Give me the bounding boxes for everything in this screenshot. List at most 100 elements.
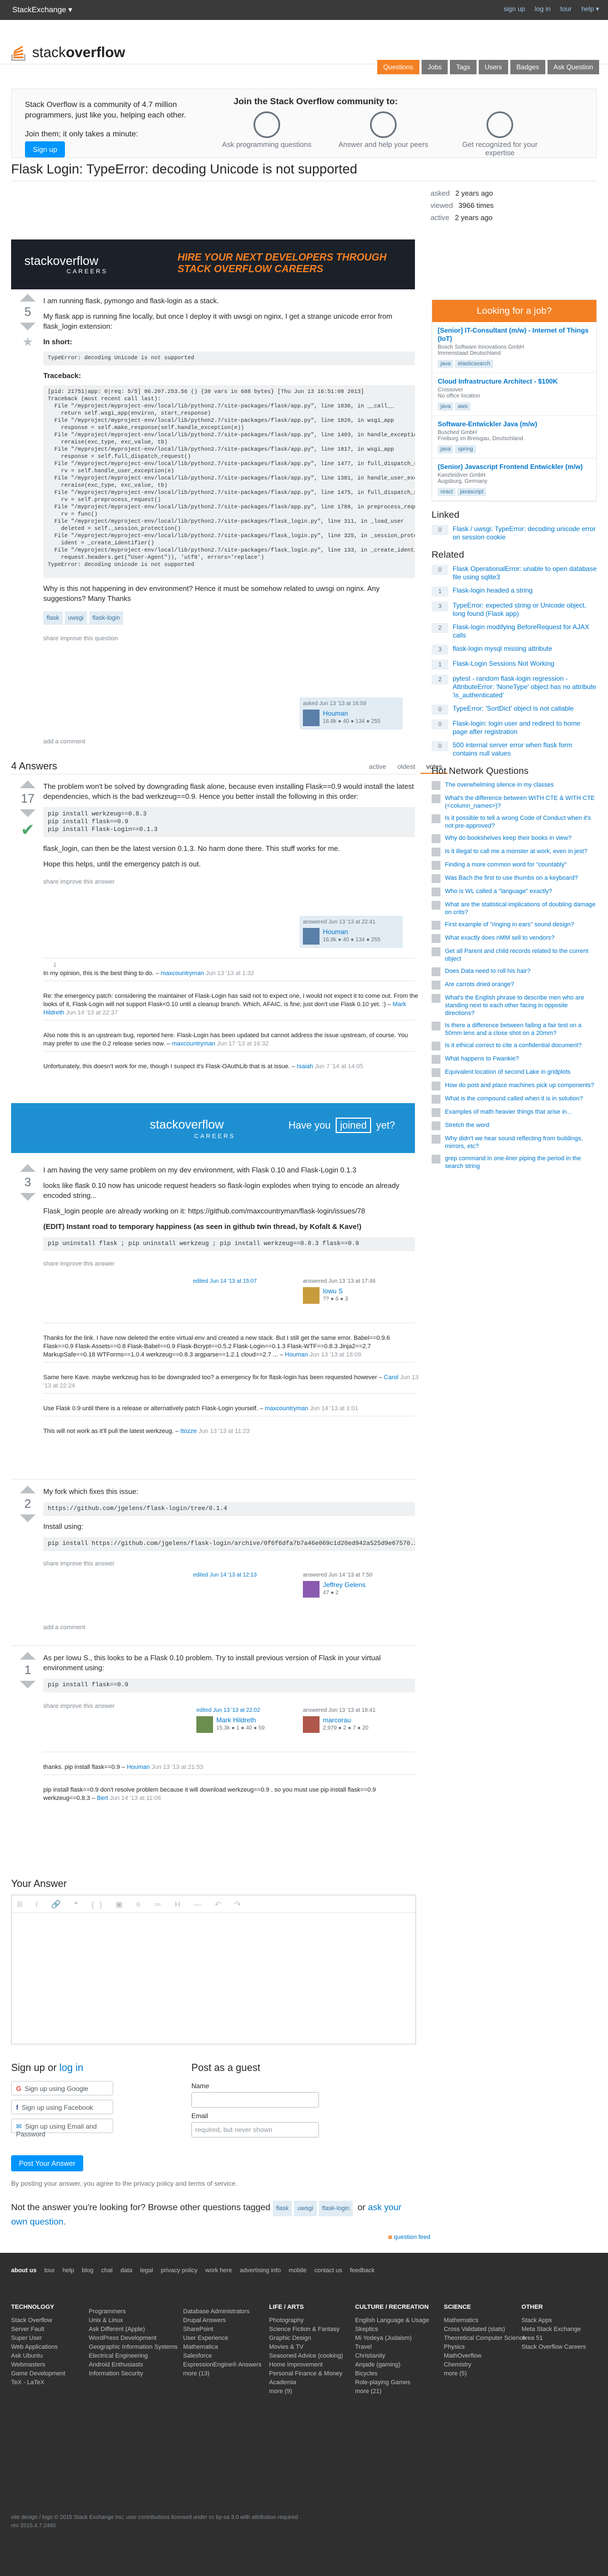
- nav-tags[interactable]: Tags: [450, 60, 477, 74]
- footer-site-link[interactable]: English Language & Usage: [355, 2316, 429, 2325]
- footer-site-link[interactable]: MathOverflow: [444, 2351, 526, 2360]
- answer3-add-comment[interactable]: add a comment: [43, 1624, 85, 1631]
- footer-link[interactable]: mobile: [288, 2267, 306, 2274]
- footer-site-link[interactable]: Drupal Answers: [183, 2316, 261, 2325]
- question-feed-link[interactable]: ◙ question feed: [388, 2234, 430, 2241]
- comment-user[interactable]: maxcountryman: [161, 970, 204, 977]
- footer-site-link[interactable]: Programmers: [89, 2307, 178, 2316]
- related-link[interactable]: pytest - random flask-login regression -…: [453, 675, 597, 700]
- footer-site-link[interactable]: Science Fiction & Fantasy: [269, 2325, 343, 2334]
- tag-flask[interactable]: flask: [43, 611, 63, 625]
- question-add-comment[interactable]: add a comment: [43, 738, 85, 745]
- footer-site-link[interactable]: Area 51: [521, 2334, 586, 2343]
- downvote-icon[interactable]: [20, 1514, 36, 1522]
- nav-questions[interactable]: Questions: [377, 60, 419, 74]
- hot-question-link[interactable]: What's the English phrase to describe me…: [445, 994, 597, 1017]
- hot-question-link[interactable]: Is it possible to tell a wrong Code of C…: [445, 814, 597, 830]
- footer-link[interactable]: blog: [82, 2267, 94, 2274]
- upvote-icon[interactable]: [20, 1486, 36, 1493]
- footer-site-link[interactable]: Electrical Engineering: [89, 2351, 178, 2360]
- related-link[interactable]: TypeError: expected string or Unicode ob…: [453, 601, 597, 618]
- footer-link[interactable]: advertising info: [240, 2267, 281, 2274]
- hot-question-link[interactable]: What exactly does nMM sell to vendors?: [445, 934, 597, 943]
- answer3-share-improve[interactable]: share improve this answer: [43, 1559, 415, 1569]
- tour-link[interactable]: tour: [560, 5, 572, 13]
- comment-user[interactable]: Isaiah: [297, 1063, 313, 1070]
- footer-site-link[interactable]: Graphic Design: [269, 2334, 343, 2343]
- footer-site-link[interactable]: Information Security: [89, 2369, 178, 2378]
- user-name[interactable]: Houman: [323, 928, 348, 936]
- footer-site-link[interactable]: Ask Ubuntu: [11, 2351, 65, 2360]
- footer-site-link[interactable]: Stack Overflow: [11, 2316, 65, 2325]
- hot-question-link[interactable]: How do post and place machines pick up c…: [445, 1082, 597, 1090]
- footer-site-link[interactable]: Unix & Linux: [89, 2316, 178, 2325]
- careers-ad-banner[interactable]: stackoverflow CAREERS HIRE YOUR NEXT DEV…: [11, 239, 415, 289]
- answer2-edited[interactable]: edited Jun 14 '13 at 15:07: [193, 1278, 296, 1284]
- tag-flask[interactable]: flask: [272, 2201, 292, 2216]
- comment-user[interactable]: Houman: [285, 1351, 308, 1358]
- hot-question-link[interactable]: Finding a more common word for "countabl…: [445, 861, 597, 870]
- downvote-icon[interactable]: [20, 323, 36, 330]
- footer-link[interactable]: work here: [205, 2267, 232, 2274]
- hot-question-link[interactable]: Was Bach the first to use thumbs on a ke…: [445, 874, 597, 883]
- hot-question-link[interactable]: Examples of math heavier things that ari…: [445, 1108, 597, 1117]
- hot-question-link[interactable]: Get all Parent and child records related…: [445, 947, 597, 963]
- avatar[interactable]: [303, 928, 320, 945]
- post-answer-button[interactable]: Post Your Answer: [11, 2155, 83, 2171]
- related-link[interactable]: 500 internal server error when flask for…: [453, 741, 597, 758]
- comment-user[interactable]: ttozze: [180, 1428, 196, 1435]
- comment-user[interactable]: Carol: [384, 1374, 398, 1381]
- site-logo[interactable]: stackoverflow: [11, 41, 125, 63]
- footer-site-link[interactable]: Super User: [11, 2334, 65, 2343]
- footer-site-link[interactable]: Salesforce: [183, 2351, 261, 2360]
- question-title[interactable]: Flask Login: TypeError: decoding Unicode…: [11, 162, 357, 177]
- related-link[interactable]: Flask OperationalError: unable to open d…: [453, 565, 597, 581]
- answer2-share-improve[interactable]: share improve this answer: [43, 1259, 415, 1269]
- footer-link[interactable]: contact us: [315, 2267, 342, 2274]
- footer-site-link[interactable]: WordPress Development: [89, 2334, 178, 2343]
- job-item[interactable]: Software-Entwickler Java (m/w) Busched Gm…: [432, 416, 596, 458]
- user-name[interactable]: Jeffrey Gelens: [323, 1581, 366, 1589]
- job-item[interactable]: [Senior] IT-Consultant (m/w) - Internet …: [432, 322, 596, 373]
- tab-oldest[interactable]: oldest: [392, 761, 420, 774]
- footer-site-link[interactable]: Photography: [269, 2316, 343, 2325]
- tag-uwsgi[interactable]: uwsgi: [64, 611, 87, 625]
- footer-site-link[interactable]: Game Development: [11, 2369, 65, 2378]
- hot-question-link[interactable]: grep command in one-liner piping the per…: [445, 1155, 597, 1170]
- footer-site-link[interactable]: Chemistry: [444, 2360, 526, 2369]
- comment-user[interactable]: maxcountryman: [172, 1040, 215, 1047]
- footer-site-link[interactable]: Physics: [444, 2343, 526, 2351]
- hot-question-link[interactable]: What's the difference between WITH CTE &…: [445, 794, 597, 810]
- related-link[interactable]: TypeError: 'SortDict' object is not call…: [453, 705, 597, 715]
- footer-site-link[interactable]: Mathematics: [444, 2316, 526, 2325]
- footer-site-link[interactable]: more (21): [355, 2387, 429, 2396]
- login-link[interactable]: log in: [535, 5, 551, 13]
- footer-site-link[interactable]: User Experience: [183, 2334, 261, 2343]
- stackexchange-menu[interactable]: StackExchange ▾: [12, 5, 72, 14]
- footer-link[interactable]: feedback: [350, 2267, 375, 2274]
- avatar[interactable]: [303, 1716, 320, 1733]
- user-name[interactable]: marcorau: [323, 1716, 351, 1724]
- footer-site-link[interactable]: Mathematica: [183, 2343, 261, 2351]
- footer-site-link[interactable]: Arqade (gaming): [355, 2360, 429, 2369]
- nav-users[interactable]: Users: [478, 60, 508, 74]
- upvote-icon[interactable]: [20, 1652, 36, 1660]
- login-link[interactable]: log in: [59, 2062, 83, 2073]
- footer-site-link[interactable]: Academia: [269, 2378, 343, 2387]
- footer-site-link[interactable]: Movies & TV: [269, 2343, 343, 2351]
- footer-site-link[interactable]: SharePoint: [183, 2325, 261, 2334]
- hot-question-link[interactable]: Is it ethical correct to cite a confiden…: [445, 1042, 597, 1050]
- footer-site-link[interactable]: Theoretical Computer Science: [444, 2334, 526, 2343]
- answer3-edited[interactable]: edited Jun 14 '13 at 12:13: [193, 1572, 296, 1578]
- related-link[interactable]: flask-login mysql missing attribute: [453, 645, 597, 655]
- comment-user[interactable]: Bert: [97, 1795, 108, 1802]
- avatar[interactable]: [303, 1287, 320, 1304]
- footer-site-link[interactable]: Web Applications: [11, 2343, 65, 2351]
- upvote-icon[interactable]: [20, 1164, 36, 1172]
- hot-question-link[interactable]: Why do bookshelves keep their books in v…: [445, 834, 597, 843]
- footer-link[interactable]: data: [120, 2267, 132, 2274]
- signup-link[interactable]: sign up: [504, 5, 525, 13]
- footer-site-link[interactable]: Meta Stack Exchange: [521, 2325, 586, 2334]
- upvote-icon[interactable]: [20, 294, 36, 302]
- footer-site-link[interactable]: Ask Different (Apple): [89, 2325, 178, 2334]
